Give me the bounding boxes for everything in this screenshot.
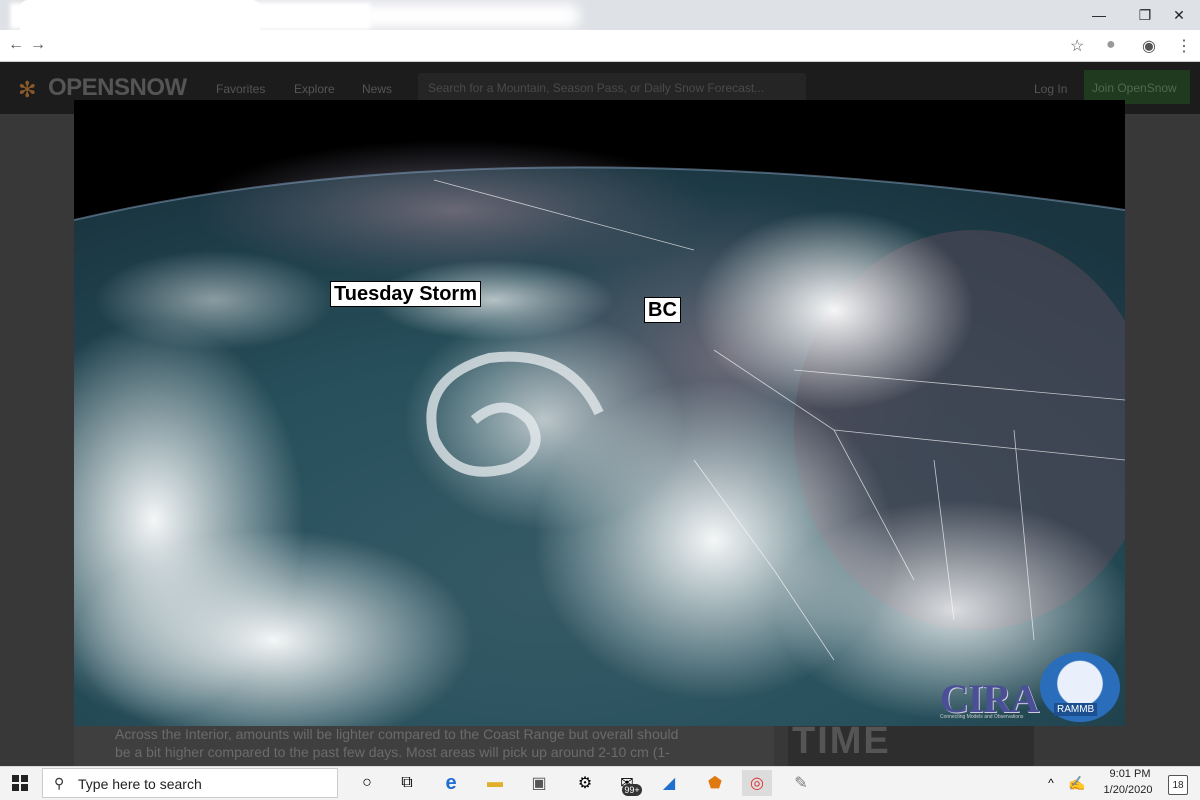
article-text-line: Across the Interior, amounts will be lig…	[115, 726, 679, 742]
store-icon[interactable]: ▣	[524, 770, 554, 796]
vpn-icon[interactable]: ⬟	[700, 770, 730, 796]
redacted-url	[10, 3, 370, 29]
app-icon[interactable]: ◢	[654, 770, 684, 796]
nav-news[interactable]: News	[362, 82, 392, 96]
menu-dots-icon[interactable]: ⋮	[1176, 36, 1192, 56]
satellite-earth-render	[74, 100, 1125, 726]
profile-icon[interactable]: ◉	[1142, 36, 1156, 56]
pen-icon[interactable]: ✍	[1062, 770, 1092, 796]
cira-tagline: Connecting Models and Observations	[940, 714, 1024, 720]
forward-icon[interactable]: →	[30, 36, 46, 54]
notification-center-icon[interactable]: 18	[1168, 775, 1188, 795]
chrome-icon[interactable]: ◎	[742, 770, 772, 796]
close-button[interactable]: ✕	[1156, 0, 1200, 30]
bc-label: BC	[644, 297, 681, 323]
paint-icon[interactable]: ✎	[786, 770, 816, 796]
site-search-input[interactable]: Search for a Mountain, Season Pass, or D…	[418, 73, 806, 103]
file-explorer-icon[interactable]: ▬	[480, 770, 510, 796]
side-ad-text: TIME	[792, 720, 891, 762]
storm-label: Tuesday Storm	[330, 281, 481, 307]
clock-time[interactable]: 9:01 PM	[1100, 768, 1160, 780]
edge-icon[interactable]: e	[436, 770, 466, 796]
nav-favorites[interactable]: Favorites	[216, 82, 265, 96]
mail-badge: 99+	[622, 784, 642, 796]
satellite-image[interactable]: Tuesday Storm BC CIRA Connecting Models …	[74, 100, 1125, 726]
start-button[interactable]	[0, 766, 40, 800]
logo-gear-icon: ✻	[18, 77, 37, 102]
rammb-text: RAMMB	[1054, 703, 1098, 716]
minimize-button[interactable]: —	[1076, 0, 1122, 30]
settings-icon[interactable]: ⚙	[570, 770, 600, 796]
clock-date[interactable]: 1/20/2020	[1096, 784, 1160, 796]
back-icon[interactable]: ←	[8, 36, 24, 54]
windows-logo-icon	[12, 775, 28, 791]
address-bar[interactable]	[0, 30, 1200, 62]
article-text-line: be a bit higher compared to the past few…	[115, 744, 670, 760]
site-logo[interactable]: OPENSNOW	[48, 74, 187, 102]
taskbar-search-placeholder: Type here to search	[78, 776, 202, 792]
search-icon: ⚲	[54, 775, 65, 791]
cortana-icon[interactable]: ○	[352, 770, 382, 796]
bookmark-star-icon[interactable]: ☆	[1070, 36, 1084, 56]
login-link[interactable]: Log In	[1034, 82, 1067, 96]
extension-icon[interactable]: ●	[1106, 36, 1116, 54]
task-view-icon[interactable]: ⧉	[392, 770, 422, 796]
join-button[interactable]: Join OpenSnow	[1084, 70, 1190, 104]
nav-explore[interactable]: Explore	[294, 82, 335, 96]
